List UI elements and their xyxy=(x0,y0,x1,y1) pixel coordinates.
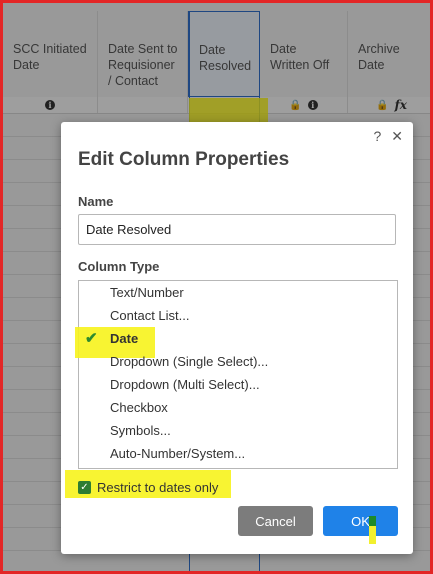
restrict-dates-label: Restrict to dates only xyxy=(97,480,219,495)
checkmark-icon: ✔ xyxy=(85,330,98,347)
name-label: Name xyxy=(78,194,114,209)
type-option-text-number[interactable]: Text/Number xyxy=(79,281,397,304)
type-option-auto-number[interactable]: Auto-Number/System... xyxy=(79,442,397,465)
restrict-dates-option[interactable]: ✓ Restrict to dates only xyxy=(78,480,218,495)
column-type-label: Column Type xyxy=(78,259,160,274)
annotation-mark xyxy=(369,526,376,544)
column-name-input[interactable] xyxy=(78,214,396,245)
type-option-dropdown-multi[interactable]: Dropdown (Multi Select)... xyxy=(79,373,397,396)
edit-column-dialog: ? ✕ Edit Column Properties Name Column T… xyxy=(61,122,413,554)
cancel-button[interactable]: Cancel xyxy=(238,506,313,536)
screenshot-frame: SCC Initiated Date Date Sent to Requisio… xyxy=(0,0,433,574)
type-option-contact-list[interactable]: Contact List... xyxy=(79,304,397,327)
type-option-checkbox[interactable]: Checkbox xyxy=(79,396,397,419)
type-option-dropdown-single[interactable]: Dropdown (Single Select)... xyxy=(79,350,397,373)
type-option-date-label: Date xyxy=(110,331,139,346)
type-option-symbols[interactable]: Symbols... xyxy=(79,419,397,442)
dialog-controls: ? ✕ xyxy=(373,128,403,145)
close-icon[interactable]: ✕ xyxy=(391,128,403,145)
dialog-title: Edit Column Properties xyxy=(78,149,290,170)
ok-button[interactable]: OK xyxy=(323,506,398,536)
type-option-date[interactable]: ✔ Date xyxy=(79,327,397,350)
column-type-list: Text/Number Contact List... ✔ Date Dropd… xyxy=(75,280,398,469)
help-icon[interactable]: ? xyxy=(373,128,381,145)
restrict-dates-checkbox[interactable]: ✓ xyxy=(78,481,91,494)
